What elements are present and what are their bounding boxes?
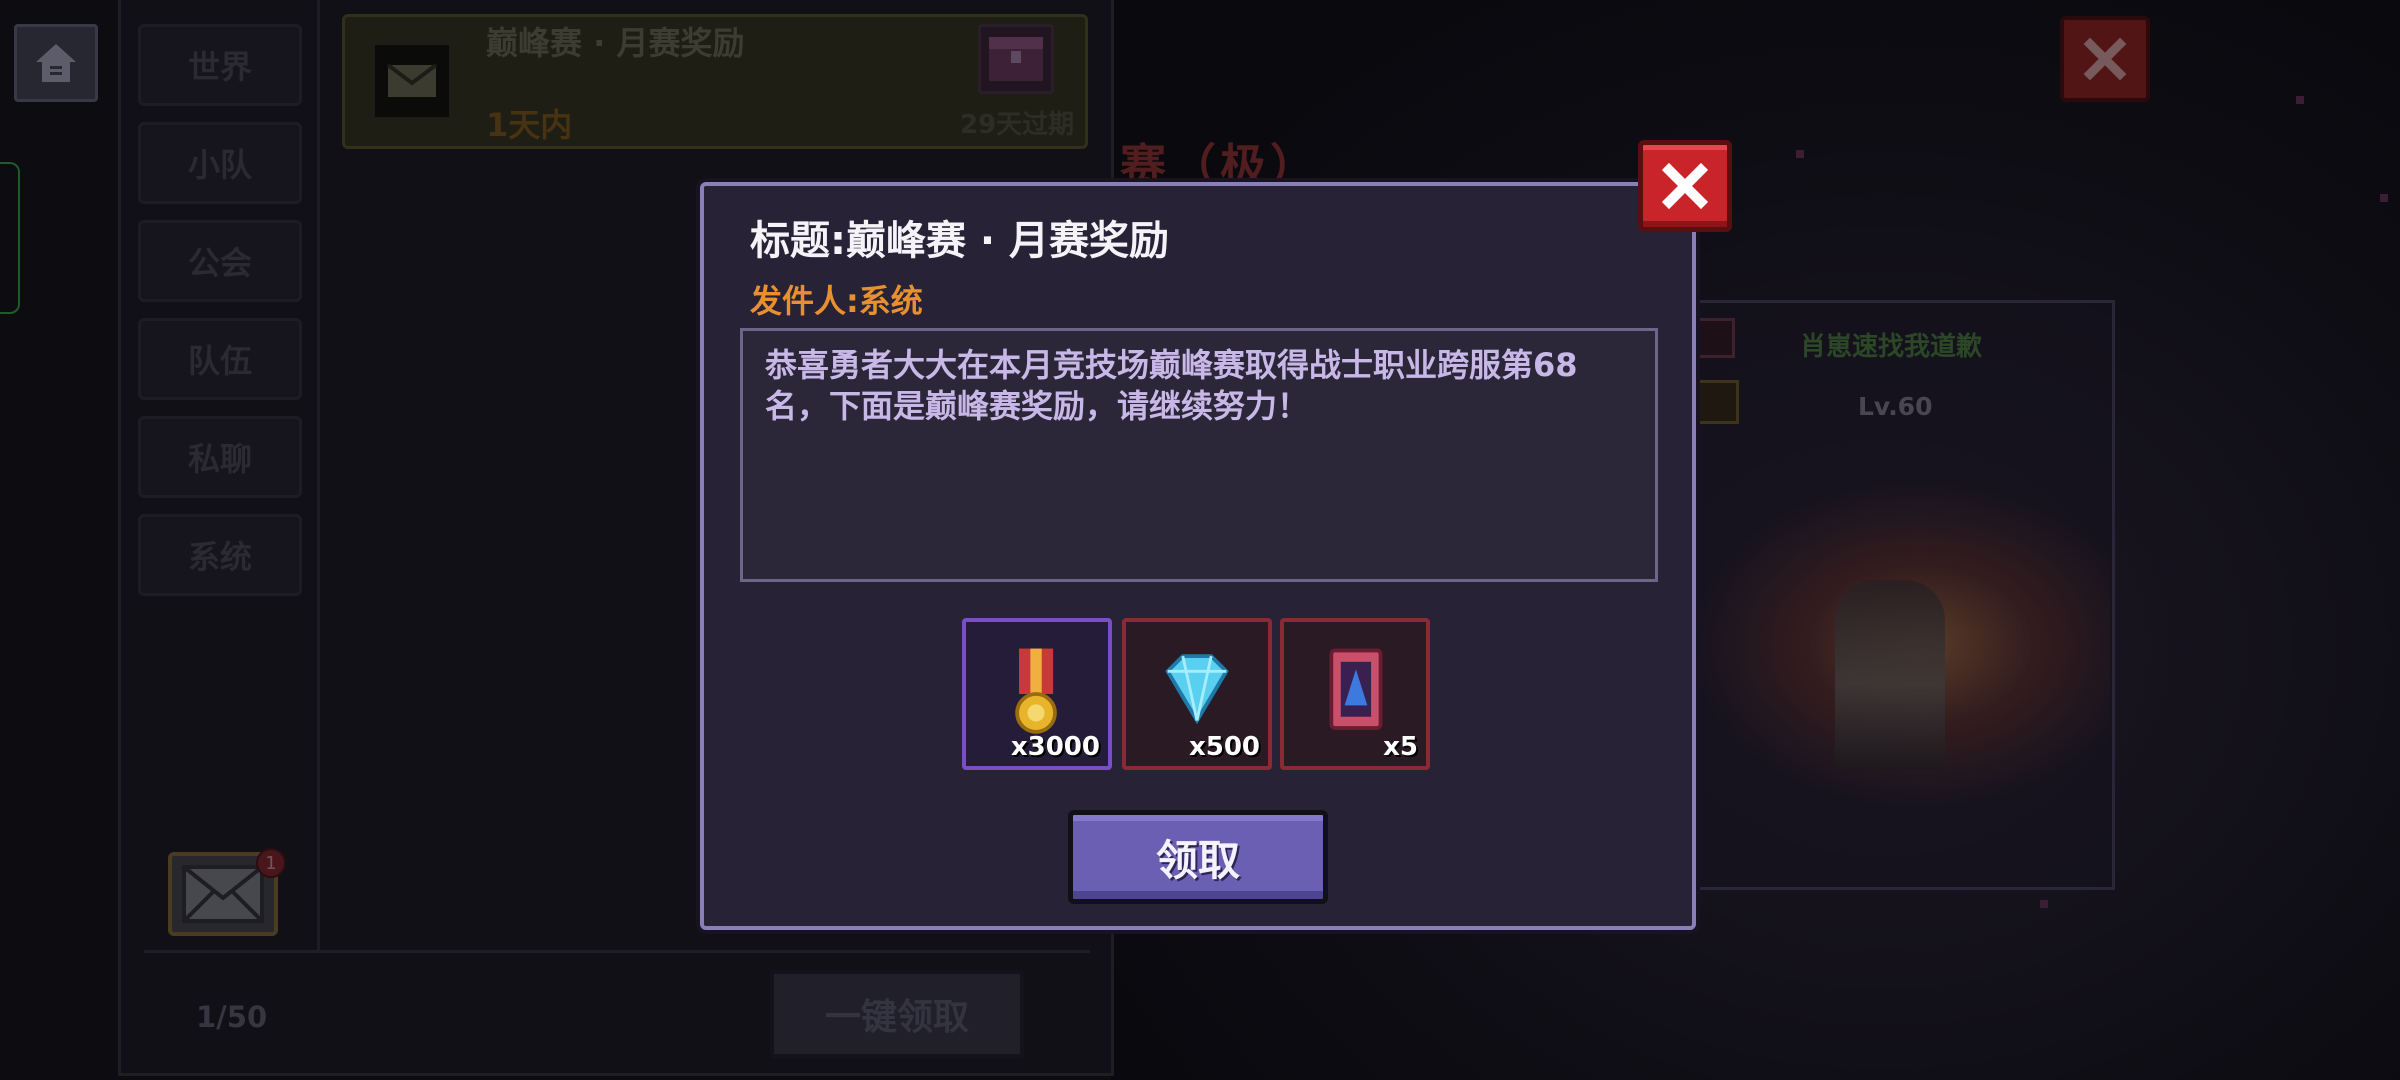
dialog-sender: 发件人:系统 bbox=[750, 282, 923, 320]
reward-slot-card[interactable]: x5 bbox=[1280, 618, 1430, 770]
reward-qty: x3000 bbox=[1010, 732, 1100, 762]
dialog-title: 标题:巅峰赛 · 月赛奖励 bbox=[750, 218, 1170, 264]
reward-slot-diamond[interactable]: x500 bbox=[1122, 618, 1272, 770]
reward-slot-medal[interactable]: x3000 bbox=[962, 618, 1112, 770]
claim-button[interactable]: 领取 bbox=[1068, 810, 1328, 904]
dialog-message-body: 恭喜勇者大大在本月竞技场巅峰赛取得战士职业跨服第68名，下面是巅峰赛奖励，请继续… bbox=[740, 328, 1658, 582]
reward-qty: x5 bbox=[1383, 732, 1418, 762]
close-icon bbox=[1661, 162, 1709, 210]
reward-qty: x500 bbox=[1188, 732, 1260, 762]
dialog-close-button[interactable] bbox=[1638, 140, 1732, 232]
